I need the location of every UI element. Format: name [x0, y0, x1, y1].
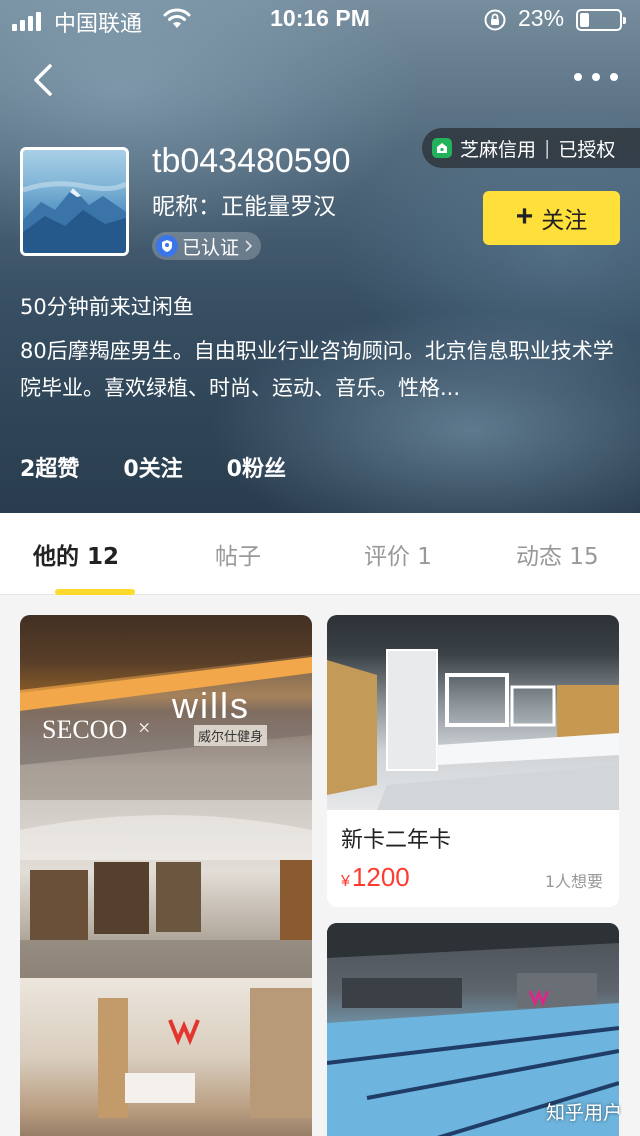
battery-icon: [576, 9, 626, 31]
locker-room-photo: [327, 615, 619, 810]
gym-reception-photo: [20, 978, 312, 1136]
sesame-credit-icon: [432, 138, 452, 158]
credit-status: 已授权: [558, 138, 616, 161]
more-options-icon[interactable]: [574, 64, 618, 90]
want-count: 1人想要: [544, 872, 603, 891]
stat-fans[interactable]: 0粉丝: [227, 451, 286, 483]
listing-card[interactable]: 新卡二年卡 ¥1200 1人想要: [327, 615, 619, 907]
last-seen-text: 50分钟前来过闲鱼: [20, 295, 194, 319]
credit-divider: |: [544, 137, 551, 159]
verified-badge[interactable]: 已认证: [152, 232, 262, 260]
chevron-right-icon: [245, 240, 253, 252]
listing-title: 新卡二年卡: [341, 828, 452, 853]
avatar[interactable]: [20, 147, 129, 256]
wills-logo-text: wills: [172, 685, 250, 726]
back-icon[interactable]: [28, 60, 60, 100]
battery-percent: 23%: [518, 5, 565, 31]
stat-following[interactable]: 0关注: [123, 451, 182, 483]
profile-tabs: 他的 12 帖子 评价 1 动态 15: [0, 513, 640, 595]
username: tb043480590: [152, 142, 351, 180]
gym-entrance-photo: SECOO × wills 威尔仕健身: [20, 615, 312, 800]
gym-lobby-photo: [20, 800, 312, 978]
listing-card[interactable]: SECOO × wills 威尔仕健身: [20, 615, 312, 1136]
tab-reviews[interactable]: 评价 1: [364, 537, 432, 571]
follow-label: 关注: [541, 208, 588, 234]
verified-shield-icon: [156, 235, 178, 257]
wills-sign-text: 威尔仕健身: [194, 725, 268, 746]
follow-button[interactable]: + 关注: [483, 191, 620, 245]
stat-likes[interactable]: 2超赞: [20, 451, 79, 483]
rotation-lock-icon: [484, 9, 506, 31]
plus-icon: +: [515, 199, 534, 233]
tab-posts[interactable]: 帖子: [215, 537, 261, 571]
watermark-text: 知乎用户: [545, 1102, 622, 1124]
secoo-logo-text: SECOO: [42, 715, 128, 744]
status-bar: 中国联通 10:16 PM 23%: [0, 0, 640, 40]
currency-symbol: ¥: [341, 873, 350, 890]
nickname: 昵称：正能量罗汉: [152, 194, 336, 220]
bio-text[interactable]: 80后摩羯座男生。自由职业行业咨询顾问。北京信息职业技术学院毕业。喜欢绿植、时尚…: [20, 333, 620, 407]
stats-row: 2超赞 0关注 0粉丝: [20, 451, 286, 483]
cross-mark: ×: [138, 715, 151, 740]
price-value: 1200: [351, 862, 410, 892]
tab-activity[interactable]: 动态 15: [516, 537, 599, 571]
profile-header: 中国联通 10:16 PM 23% 芝麻信用 | 已授权 tb043480590…: [0, 0, 640, 513]
listing-price: ¥1200: [341, 862, 410, 893]
tab-active-indicator: [55, 589, 135, 595]
verified-label: 已认证: [182, 236, 240, 259]
credit-label: 芝麻信用: [460, 138, 537, 161]
tab-items[interactable]: 他的 12: [33, 537, 119, 571]
credit-badge[interactable]: 芝麻信用 | 已授权: [422, 128, 640, 168]
